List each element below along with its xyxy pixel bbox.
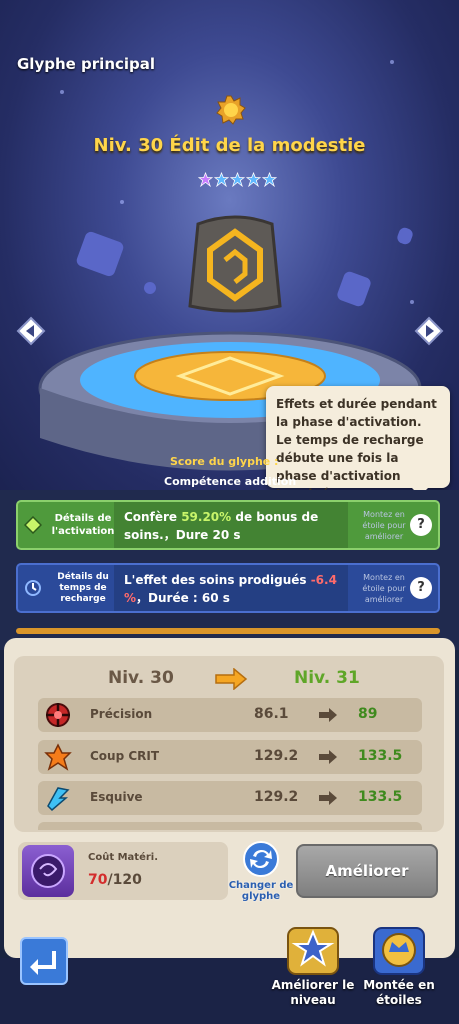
stat-row: Coup CRIT 129.2 133.5 xyxy=(38,740,422,774)
arrow-right-icon xyxy=(319,791,337,805)
material-orb-icon[interactable] xyxy=(22,845,74,897)
glyph-tablet-image xyxy=(188,215,282,313)
cooldown-details-row[interactable]: Détails du temps de recharge L'effet des s… xyxy=(16,563,440,613)
stat-name: Précision xyxy=(90,707,153,721)
stat-old-value: 129.2 xyxy=(254,789,299,805)
tab-level-up[interactable]: Améliorer le niveau xyxy=(270,920,356,1020)
floating-rock xyxy=(75,230,125,278)
stat-row: Esquive 129.2 133.5 xyxy=(38,781,422,815)
upgrade-button[interactable]: Améliorer xyxy=(296,844,438,898)
swap-icon xyxy=(243,841,279,877)
stat-new-value: 133.5 xyxy=(358,789,403,805)
crit-icon xyxy=(44,743,72,771)
floating-rock xyxy=(142,280,158,296)
additional-skill-label: Compétence addition xyxy=(164,475,297,488)
stat-row: Précision 86.1 89 xyxy=(38,698,422,732)
current-level: Niv. 30 xyxy=(108,668,174,688)
activation-tooltip: Effets et durée pendant la phase d'activ… xyxy=(266,386,450,501)
change-glyph-label: Changer de xyxy=(228,880,294,891)
star-icon xyxy=(214,172,229,187)
back-button[interactable] xyxy=(20,937,68,985)
change-glyph-button[interactable]: Changer de glyphe xyxy=(228,840,294,902)
help-button[interactable]: ? xyxy=(410,577,432,599)
help-button[interactable]: ? xyxy=(410,514,432,536)
star-up-hint: Montez en étoile pour améliorer xyxy=(362,572,406,604)
glyph-score-label: Score du glyphe : xyxy=(170,455,279,468)
next-level: Niv. 31 xyxy=(294,668,360,688)
glyph-type-icon xyxy=(216,95,246,125)
dodge-icon xyxy=(47,787,70,812)
star-up-hint: Montez en étoile pour améliorer xyxy=(362,509,406,541)
cooldown-label: Détails du xyxy=(57,571,109,582)
stat-name: Coup CRIT xyxy=(90,749,160,763)
arrow-right-icon xyxy=(319,708,337,722)
star-up-crown-icon xyxy=(373,927,425,975)
star-rating xyxy=(198,172,277,187)
divider xyxy=(16,628,440,634)
glyph-name: Niv. 30 Édit de la modestie xyxy=(93,135,366,156)
activation-description: Confère 59.20% de bonus de soins.，Dure 2… xyxy=(114,502,348,548)
material-label: Coût Matéri. xyxy=(88,852,159,863)
tab-star-up[interactable]: Montée en étoiles xyxy=(356,920,442,1020)
activation-details-row[interactable]: Détails de l'activation Confère 59.20% de… xyxy=(16,500,440,550)
stat-new-value: 89 xyxy=(358,706,378,722)
activation-label: Détails de xyxy=(54,513,112,524)
arrow-right-icon xyxy=(215,668,248,690)
back-arrow-icon xyxy=(30,951,56,975)
stat-row xyxy=(38,822,422,830)
tab-level-up-label: Améliorer le xyxy=(271,978,355,992)
star-icon xyxy=(198,172,213,187)
star-icon xyxy=(262,172,277,187)
stat-old-value: 86.1 xyxy=(254,706,289,722)
cooldown-description: L'effet des soins prodigués -6.4 %，Durée … xyxy=(114,565,348,611)
cooldown-icon xyxy=(25,580,41,596)
crosshair-icon xyxy=(46,703,70,727)
stat-old-value: 129.2 xyxy=(254,748,299,764)
tab-star-up-label: Montée en xyxy=(363,978,435,992)
page-title: Glyphe principal xyxy=(17,55,156,73)
stat-new-value: 133.5 xyxy=(358,748,403,764)
floating-rock xyxy=(335,270,373,308)
star-icon xyxy=(246,172,261,187)
arrow-right-icon xyxy=(319,750,337,764)
star-icon xyxy=(230,172,245,187)
diamond-icon xyxy=(24,516,42,534)
stat-name: Esquive xyxy=(90,790,143,804)
level-up-star-icon xyxy=(287,927,339,975)
material-count: 70/120 xyxy=(88,872,142,888)
floating-rock xyxy=(395,226,415,246)
